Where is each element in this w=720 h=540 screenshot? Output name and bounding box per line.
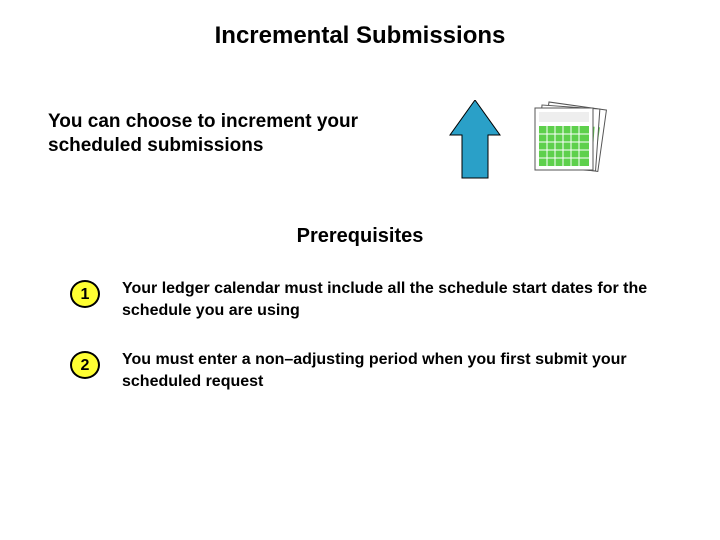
prerequisites-heading: Prerequisites <box>0 225 720 248</box>
prerequisites-list: 1 Your ledger calendar must include all … <box>70 278 650 420</box>
hero-graphic <box>440 100 640 190</box>
intro-text: You can choose to increment your schedul… <box>48 110 388 158</box>
list-item-text: Your ledger calendar must include all th… <box>122 278 650 321</box>
list-item-text: You must enter a non–adjusting period wh… <box>122 349 650 392</box>
list-item: 1 Your ledger calendar must include all … <box>70 278 650 321</box>
arrow-up-icon <box>450 100 500 178</box>
bullet-number-icon: 1 <box>70 280 100 308</box>
list-item: 2 You must enter a non–adjusting period … <box>70 349 650 392</box>
page-title: Incremental Submissions <box>0 22 720 50</box>
calendar-stack-icon <box>535 102 606 171</box>
bullet-number-icon: 2 <box>70 351 100 379</box>
